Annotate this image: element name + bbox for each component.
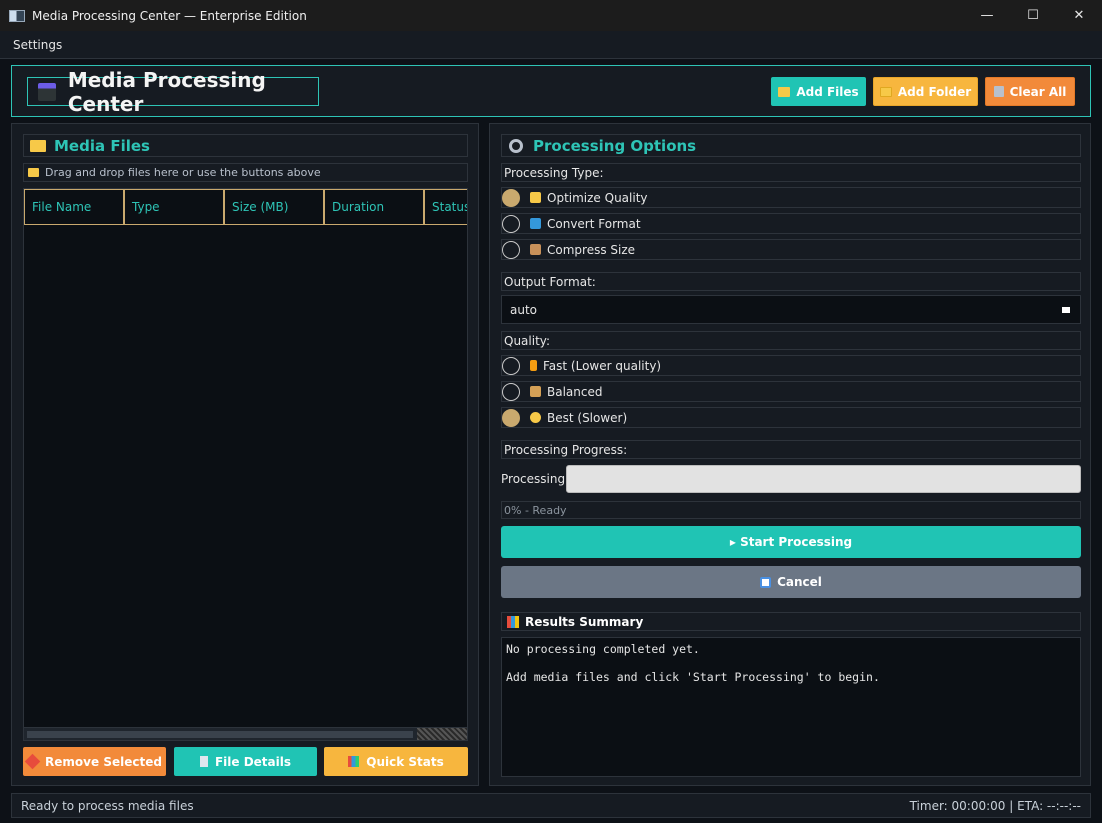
remove-selected-label: Remove Selected	[45, 754, 162, 769]
processing-progress-label: Processing Progress:	[501, 440, 1081, 459]
convert-icon	[530, 218, 541, 229]
sparkles-icon	[530, 192, 541, 203]
window-title: Media Processing Center — Enterprise Edi…	[32, 8, 307, 23]
output-format-label: Output Format:	[501, 272, 1081, 291]
clear-all-label: Clear All	[1009, 84, 1067, 99]
chart-icon	[348, 756, 360, 767]
media-files-table[interactable]: File Name Type Size (MB) Duration Status	[23, 188, 468, 728]
package-icon	[530, 244, 541, 255]
radio-button[interactable]	[502, 188, 520, 207]
results-summary-title: Results Summary	[525, 614, 644, 629]
folder-icon	[778, 86, 791, 97]
add-files-label: Add Files	[796, 84, 859, 99]
start-processing-button[interactable]: ▸ Start Processing	[501, 526, 1081, 558]
horizontal-scrollbar[interactable]	[23, 727, 468, 741]
scrollbar-thumb[interactable]	[27, 731, 413, 738]
radio-button[interactable]	[502, 240, 520, 259]
column-status[interactable]: Status	[424, 189, 467, 225]
output-format-value: auto	[510, 302, 538, 317]
timer-eta: Timer: 00:00:00 | ETA: --:--:--	[909, 798, 1081, 813]
column-file-name[interactable]: File Name	[24, 189, 124, 225]
radio-button[interactable]	[502, 382, 520, 401]
table-header: File Name Type Size (MB) Duration Status	[24, 189, 467, 225]
folder-icon	[30, 139, 46, 152]
cancel-label: Cancel	[777, 575, 822, 589]
radio-optimize-quality[interactable]: Optimize Quality	[501, 187, 1081, 208]
radio-quality-fast[interactable]: Fast (Lower quality)	[501, 355, 1081, 376]
star-icon	[530, 412, 541, 423]
remove-selected-button[interactable]: Remove Selected	[23, 747, 166, 776]
cross-icon	[24, 753, 41, 770]
dropdown-arrow-icon[interactable]	[1062, 307, 1070, 313]
lightning-icon	[530, 360, 537, 371]
gear-icon	[509, 138, 523, 153]
radio-compress-size[interactable]: Compress Size	[501, 239, 1081, 260]
close-button[interactable]: ✕	[1056, 0, 1102, 31]
radio-label: Convert Format	[547, 216, 641, 231]
menu-bar: Settings	[0, 31, 1102, 59]
menu-settings[interactable]: Settings	[13, 38, 62, 52]
progress-label: Processing:	[501, 472, 570, 486]
quick-stats-button[interactable]: Quick Stats	[324, 747, 468, 776]
results-summary-text[interactable]: No processing completed yet. Add media f…	[501, 637, 1081, 777]
radio-quality-balanced[interactable]: Balanced	[501, 381, 1081, 402]
stop-icon	[760, 576, 772, 588]
open-folder-icon	[879, 86, 892, 97]
quality-label: Quality:	[501, 331, 1081, 350]
media-files-header: Media Files	[23, 134, 468, 157]
folder-icon	[28, 168, 39, 177]
add-files-button[interactable]: Add Files	[771, 77, 866, 106]
quick-stats-label: Quick Stats	[366, 754, 444, 769]
drop-hint-text: Drag and drop files here or use the butt…	[45, 166, 321, 179]
window-controls: — ☐ ✕	[964, 0, 1102, 31]
app-title: Media Processing Center	[27, 68, 319, 116]
progress-status: 0% - Ready	[501, 501, 1081, 519]
radio-label: Compress Size	[547, 242, 636, 257]
processing-options-panel: Processing Options Processing Type: Opti…	[489, 123, 1091, 786]
file-details-label: File Details	[214, 754, 292, 769]
clipboard-icon	[199, 756, 208, 767]
maximize-button[interactable]: ☐	[1010, 0, 1056, 31]
processing-options-header: Processing Options	[501, 134, 1081, 157]
trash-icon	[993, 86, 1004, 97]
file-details-button[interactable]: File Details	[174, 747, 317, 776]
results-summary-header: Results Summary	[501, 612, 1081, 631]
status-bar: Ready to process media files Timer: 00:0…	[11, 793, 1091, 818]
radio-button[interactable]	[502, 356, 520, 375]
app-title-text: Media Processing Center	[67, 67, 266, 116]
column-type[interactable]: Type	[124, 189, 224, 225]
add-folder-button[interactable]: Add Folder	[873, 77, 978, 106]
media-files-panel: Media Files Drag and drop files here or …	[11, 123, 479, 786]
window-titlebar: Media Processing Center — Enterprise Edi…	[0, 0, 1102, 31]
scales-icon	[530, 386, 541, 397]
cancel-button[interactable]: Cancel	[501, 566, 1081, 598]
drop-hint: Drag and drop files here or use the butt…	[23, 163, 468, 182]
radio-quality-best[interactable]: Best (Slower)	[501, 407, 1081, 428]
radio-convert-format[interactable]: Convert Format	[501, 213, 1081, 234]
column-duration[interactable]: Duration	[324, 189, 424, 225]
app-window-icon	[9, 9, 25, 22]
media-files-title: Media Files	[54, 136, 150, 155]
output-format-select[interactable]: auto	[501, 295, 1081, 324]
status-message: Ready to process media files	[21, 798, 194, 813]
progress-bar	[566, 465, 1081, 493]
radio-label: Fast (Lower quality)	[543, 358, 662, 373]
scrollbar-track-end	[417, 728, 467, 740]
radio-label: Balanced	[547, 384, 603, 399]
radio-label: Optimize Quality	[547, 190, 648, 205]
add-folder-label: Add Folder	[897, 84, 972, 99]
chart-icon	[507, 615, 519, 628]
minimize-button[interactable]: —	[964, 0, 1010, 31]
clapperboard-icon	[38, 82, 56, 101]
radio-button[interactable]	[502, 214, 520, 233]
clear-all-button[interactable]: Clear All	[985, 77, 1075, 106]
radio-button[interactable]	[502, 408, 520, 427]
app-header: Media Processing Center Add Files Add Fo…	[11, 65, 1091, 117]
processing-options-title: Processing Options	[533, 136, 697, 155]
radio-label: Best (Slower)	[547, 410, 628, 425]
column-size[interactable]: Size (MB)	[224, 189, 324, 225]
processing-type-label: Processing Type:	[501, 163, 1081, 182]
